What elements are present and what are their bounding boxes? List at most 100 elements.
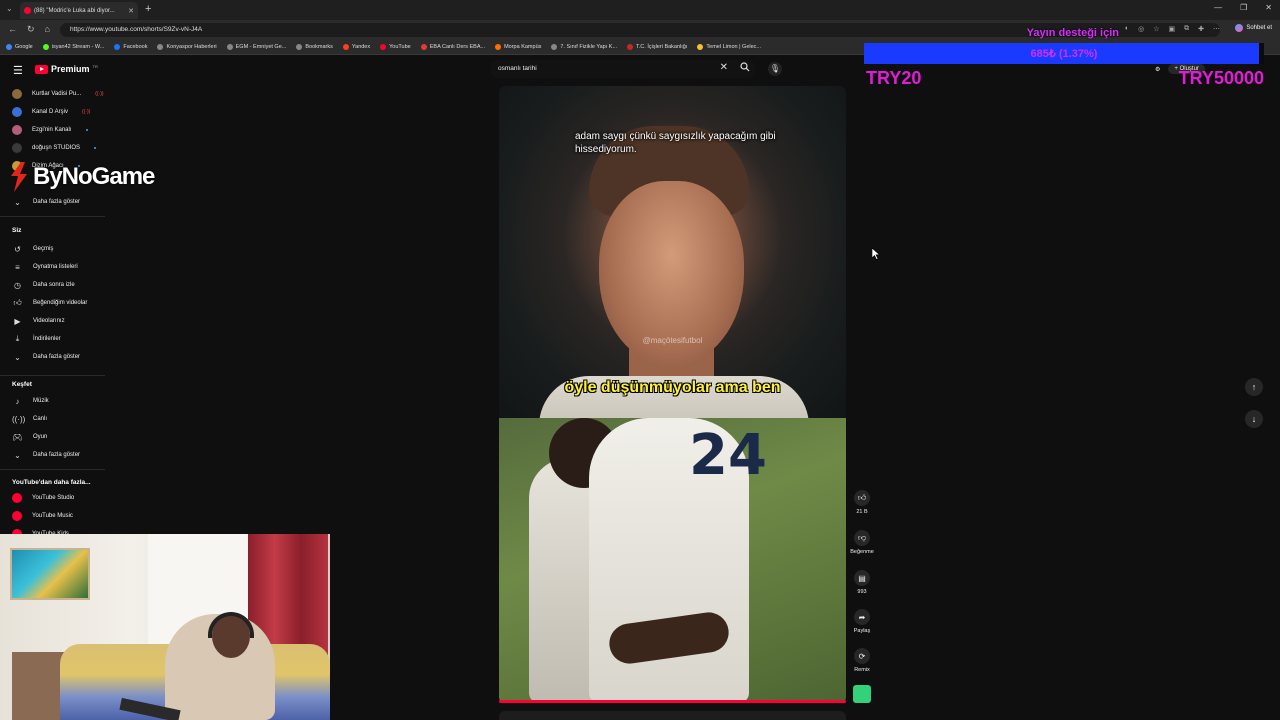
- sidebar-item[interactable]: ♪ Müzik: [12, 395, 49, 407]
- channel-avatar: [12, 493, 22, 503]
- next-short-preview[interactable]: [499, 711, 846, 720]
- bookmark-favicon-icon: [420, 44, 427, 50]
- bookmark-item[interactable]: Facebook: [114, 44, 147, 50]
- search-icon[interactable]: [740, 61, 750, 75]
- sidebar-item[interactable]: Kanal D Arşiv ((·)): [12, 106, 90, 118]
- bookmark-item[interactable]: Bookmarks: [296, 44, 333, 50]
- sidebar-item[interactable]: Ezgi'nin Kanalı: [12, 124, 88, 136]
- search-input[interactable]: osmanlı tarihi ✕: [490, 60, 756, 78]
- live-indicator-icon: ((·)): [82, 109, 91, 115]
- reload-icon[interactable]: ↻: [27, 24, 35, 35]
- sidebar-item[interactable]: ⤓ İndirilenler: [12, 333, 61, 345]
- bookmark-item[interactable]: isyan42 Stream - W...: [42, 44, 104, 50]
- bookmark-item[interactable]: Google: [6, 44, 33, 50]
- browser-tab-active[interactable]: (88) "Modric'e Luka abi diyor... ✕: [20, 2, 138, 19]
- previous-short-button[interactable]: ↑: [1245, 378, 1263, 396]
- copilot-icon: [1235, 24, 1244, 32]
- sidebar-item-label: Canlı: [33, 416, 48, 422]
- maximize-icon[interactable]: ❐: [1240, 3, 1247, 12]
- sidebar-item-label: İndirilenler: [33, 336, 61, 342]
- bookmark-item[interactable]: T.C. İçişleri Bakanlığı: [627, 44, 687, 50]
- sound-thumbnail[interactable]: [853, 685, 871, 703]
- sidebar-item[interactable]: ▶ Videolarınız: [12, 315, 64, 327]
- sidebar-item[interactable]: ⌄ Daha fazla göster: [12, 449, 80, 461]
- video-watermark: @maçötesifutbol: [642, 336, 703, 345]
- bookmark-label: Yandex: [351, 44, 371, 50]
- sidebar-heading-you[interactable]: Siz: [12, 227, 21, 234]
- dislike-button[interactable]: 👎︎ Beğenme: [848, 530, 876, 555]
- youtube-play-icon: [35, 64, 48, 74]
- sidebar-item[interactable]: ↺ Geçmiş: [12, 243, 53, 255]
- sidebar-item[interactable]: ⌄ Daha fazla göster: [12, 196, 80, 208]
- close-tab-icon[interactable]: ✕: [128, 7, 134, 15]
- extensions-puzzle-icon[interactable]: ✚: [1198, 25, 1204, 33]
- bookmark-favicon-icon: [226, 44, 233, 50]
- sidebar-divider: [0, 375, 105, 376]
- minimize-icon[interactable]: —: [1214, 3, 1222, 12]
- sidebar-item[interactable]: Kurtlar Vadisi Pu... ((·)): [12, 88, 104, 100]
- extension-icon[interactable]: ◐: [1125, 25, 1129, 33]
- browser-tab-bar: ⌄ (88) "Modric'e Luka abi diyor... ✕ + —…: [0, 0, 1280, 20]
- like-count: 21 B: [856, 509, 868, 515]
- sidebar-item-label: YouTube Studio: [32, 495, 75, 501]
- bookmark-item[interactable]: Yandex: [342, 44, 371, 50]
- sidebar-item-label: Beğendiğim videolar: [33, 300, 88, 306]
- remix-label: Remix: [854, 667, 870, 673]
- remix-button[interactable]: ⟳ Remix: [848, 648, 876, 673]
- back-icon[interactable]: ←: [8, 24, 17, 35]
- shorts-video-player[interactable]: @maçötesifutbol adam saygı çünkü saygısı…: [499, 86, 846, 703]
- bookmark-item[interactable]: 7. Sınıf Fizikle Yapı K...: [551, 44, 617, 50]
- hamburger-menu-icon[interactable]: ☰: [13, 64, 23, 77]
- sidebar-item[interactable]: ≡ Oynatma listeleri: [12, 261, 78, 273]
- sidebar-item[interactable]: 👍︎ Beğendiğim videolar: [12, 297, 87, 309]
- extension-icon[interactable]: ◎: [1138, 25, 1144, 33]
- new-tab-button[interactable]: +: [145, 3, 151, 15]
- tab-list-icon[interactable]: ⌄: [6, 4, 13, 13]
- share-button[interactable]: ➦ Paylaş: [848, 609, 876, 634]
- bookmark-favicon-icon: [114, 44, 121, 50]
- next-short-button[interactable]: ↓: [1245, 410, 1263, 428]
- comments-button[interactable]: ▤ 993: [848, 570, 876, 595]
- sidebar-item-label: YouTube Music: [32, 513, 73, 519]
- donation-min-label: TRY20: [866, 68, 922, 88]
- thumbs-up-icon: 👍︎: [854, 490, 870, 506]
- sidebar-item[interactable]: ◷ Daha sonra izle: [12, 279, 75, 291]
- share-arrow-icon: ➦: [854, 609, 870, 625]
- bookmark-favicon-icon: [495, 44, 502, 50]
- sidebar-item-label: Daha fazla göster: [33, 354, 81, 360]
- sidebar-item[interactable]: ⌄ Daha fazla göster: [12, 351, 80, 363]
- bookmark-star-icon[interactable]: ☆: [1153, 25, 1159, 33]
- bookmark-item[interactable]: EGM - Emniyet Ge...: [226, 44, 286, 50]
- extension-icon[interactable]: ⧉: [1184, 25, 1189, 33]
- sidebar-item[interactable]: ((·)) Canlı: [12, 413, 47, 425]
- menu-dots-icon[interactable]: ⋯: [1213, 25, 1220, 33]
- sidebar-item[interactable]: YouTube Studio: [12, 492, 74, 504]
- extension-icon[interactable]: ▣: [1169, 25, 1176, 33]
- voice-search-icon[interactable]: 🎙: [768, 62, 782, 76]
- chat-button[interactable]: Sohbet et: [1235, 24, 1272, 32]
- sidebar-item[interactable]: doğuşn STUDIOS: [12, 142, 97, 154]
- bookmark-favicon-icon: [551, 44, 558, 50]
- bookmark-item[interactable]: Morpa Kampüs: [495, 44, 541, 50]
- bookmark-item[interactable]: Temel Limon | Gelec...: [697, 44, 761, 50]
- sidebar-item-label: Daha fazla göster: [33, 452, 81, 458]
- settings-gear-icon[interactable]: ⚙: [1155, 66, 1160, 73]
- sidebar-item-label: Kurtlar Vadisi Pu...: [32, 91, 82, 97]
- sidebar-item[interactable]: 🎮︎ Oyun: [12, 431, 47, 443]
- video-progress-bar[interactable]: [499, 700, 846, 703]
- comment-icon: ▤: [854, 570, 870, 586]
- youtube-premium-logo[interactable]: Premium TR: [35, 64, 98, 74]
- clear-search-icon[interactable]: ✕: [720, 62, 728, 73]
- thumbs-down-icon: 👎︎: [854, 530, 870, 546]
- home-icon[interactable]: ⌂: [45, 24, 50, 35]
- like-button[interactable]: 👍︎ 21 B: [848, 490, 876, 515]
- close-window-icon[interactable]: ✕: [1265, 3, 1272, 12]
- bookmark-item[interactable]: EBA Canlı Ders EBA...: [420, 44, 485, 50]
- logo-text: Premium: [51, 64, 90, 74]
- sidebar-item[interactable]: YouTube Music: [12, 510, 73, 522]
- bookmark-item[interactable]: Konyaspor Haberleri: [157, 44, 217, 50]
- bookmark-favicon-icon: [157, 44, 164, 50]
- bookmark-item[interactable]: YouTube: [380, 44, 411, 50]
- thumbs-up-icon: 👍︎: [13, 298, 22, 307]
- sidebar: Kurtlar Vadisi Pu... ((·)) Kanal D Arşiv ((…: [0, 84, 105, 539]
